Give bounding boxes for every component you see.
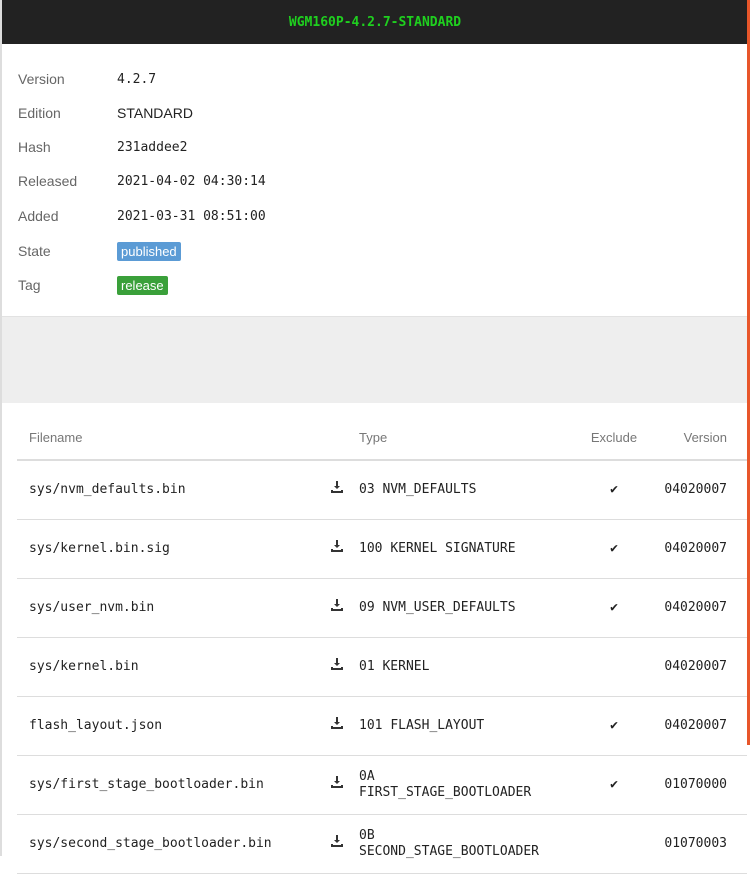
table-row: sys/second_stage_bootloader.bin 0B SECOND… <box>17 814 747 874</box>
file-type: 09 NVM_USER_DEFAULTS <box>359 578 569 638</box>
type-name: FLASH_LAYOUT <box>390 717 485 733</box>
table-header: Filename Type Exclude Version <box>17 415 747 461</box>
info-value: 2021-04-02 04:30:14 <box>117 173 266 189</box>
filename: sys/first_stage_bootloader.bin <box>17 755 315 815</box>
type-code: 01 <box>359 658 375 674</box>
download-button[interactable] <box>315 637 359 697</box>
info-label: State <box>18 243 51 259</box>
page-title: WGM160P-4.2.7-STANDARD <box>288 14 462 30</box>
file-version: 04020007 <box>659 519 747 579</box>
type-code: 0B <box>359 827 375 843</box>
download-icon <box>331 540 343 552</box>
type-code: 09 <box>359 599 375 615</box>
file-type: 0B SECOND_STAGE_BOOTLOADER <box>359 814 569 874</box>
download-icon <box>331 658 343 670</box>
download-icon <box>331 835 343 847</box>
filename: sys/nvm_defaults.bin <box>17 460 315 520</box>
download-icon <box>331 481 343 494</box>
col-download <box>315 415 359 461</box>
col-version[interactable]: Version <box>659 415 747 461</box>
file-version: 04020007 <box>659 578 747 638</box>
filename: sys/kernel.bin.sig <box>17 519 315 579</box>
download-button[interactable] <box>315 755 359 815</box>
exclude-check: ✔ <box>569 755 659 815</box>
type-name: NVM_DEFAULTS <box>382 481 477 497</box>
exclude-check: ✔ <box>569 519 659 579</box>
info-label: Version <box>18 71 65 87</box>
type-code: 0A <box>359 768 375 784</box>
file-type: 0A FIRST_STAGE_BOOTLOADER <box>359 755 569 815</box>
exclude-check <box>569 637 659 697</box>
download-button[interactable] <box>315 519 359 579</box>
file-type: 101 FLASH_LAYOUT <box>359 696 569 756</box>
file-version: 04020007 <box>659 696 747 756</box>
state-badge: published <box>117 241 181 261</box>
file-version: 04020007 <box>659 637 747 697</box>
info-row-tag: Tag release <box>18 268 266 302</box>
tag-badge: release <box>117 275 168 295</box>
info-row-added: Added 2021-03-31 08:51:00 <box>18 198 266 234</box>
download-button[interactable] <box>315 696 359 756</box>
file-version: 04020007 <box>659 460 747 520</box>
type-code: 100 <box>359 540 383 556</box>
info-value: 4.2.7 <box>117 71 157 87</box>
table-row: sys/kernel.bin 01 KERNEL 04020007 <box>17 637 747 697</box>
download-icon <box>331 776 343 788</box>
download-button[interactable] <box>315 578 359 638</box>
table-row: sys/nvm_defaults.bin 03 NVM_DEFAULTS ✔ 0… <box>17 460 747 520</box>
type-name: NVM_USER_DEFAULTS <box>382 599 516 615</box>
window-edge <box>0 0 2 856</box>
exclude-check: ✔ <box>569 460 659 520</box>
filename: flash_layout.json <box>17 696 315 756</box>
filename: sys/second_stage_bootloader.bin <box>17 814 315 874</box>
table-row: sys/first_stage_bootloader.bin 0A FIRST_S… <box>17 755 747 815</box>
info-row-released: Released 2021-04-02 04:30:14 <box>18 164 266 198</box>
exclude-check: ✔ <box>569 578 659 638</box>
filename: sys/user_nvm.bin <box>17 578 315 638</box>
download-button[interactable] <box>315 460 359 520</box>
info-label: Hash <box>18 139 51 155</box>
col-exclude[interactable]: Exclude <box>569 415 659 461</box>
download-icon <box>331 599 343 611</box>
info-label: Edition <box>18 105 61 121</box>
info-row-version: Version 4.2.7 <box>18 62 266 96</box>
type-name: FIRST_STAGE_BOOTLOADER <box>359 784 532 800</box>
col-type[interactable]: Type <box>359 415 569 461</box>
file-type: 01 KERNEL <box>359 637 569 697</box>
firmware-info: Version 4.2.7 Edition STANDARD Hash 231adde… <box>18 62 266 302</box>
type-code: 101 <box>359 717 383 733</box>
file-type: 100 KERNEL SIGNATURE <box>359 519 569 579</box>
type-name: KERNEL <box>382 658 430 674</box>
type-name: SECOND_STAGE_BOOTLOADER <box>359 843 540 859</box>
type-name: KERNEL SIGNATURE <box>390 540 516 556</box>
type-code: 03 <box>359 481 375 497</box>
divider-band <box>2 316 747 403</box>
download-button[interactable] <box>315 814 359 874</box>
file-version: 01070003 <box>659 814 747 874</box>
file-type: 03 NVM_DEFAULTS <box>359 460 569 520</box>
info-value: 231addee2 <box>117 139 188 155</box>
files-table: Filename Type Exclude Version sys/nvm_de… <box>17 415 747 874</box>
info-label: Tag <box>18 277 41 293</box>
info-value: STANDARD <box>117 105 193 121</box>
file-version: 01070000 <box>659 755 747 815</box>
info-row-state: State published <box>18 234 266 268</box>
info-row-hash: Hash 231addee2 <box>18 130 266 164</box>
filename: sys/kernel.bin <box>17 637 315 697</box>
download-icon <box>331 717 343 729</box>
table-row: sys/kernel.bin.sig 100 KERNEL SIGNATURE … <box>17 519 747 579</box>
info-label: Released <box>18 173 78 189</box>
exclude-check: ✔ <box>569 696 659 756</box>
table-row: sys/user_nvm.bin 09 NVM_USER_DEFAULTS ✔ … <box>17 578 747 638</box>
exclude-check <box>569 814 659 874</box>
col-filename[interactable]: Filename <box>17 415 315 461</box>
page-header: WGM160P-4.2.7-STANDARD <box>2 0 748 44</box>
info-label: Added <box>18 208 59 224</box>
table-row: flash_layout.json 101 FLASH_LAYOUT ✔ 040… <box>17 696 747 756</box>
info-value: 2021-03-31 08:51:00 <box>117 208 266 224</box>
info-row-edition: Edition STANDARD <box>18 96 266 130</box>
